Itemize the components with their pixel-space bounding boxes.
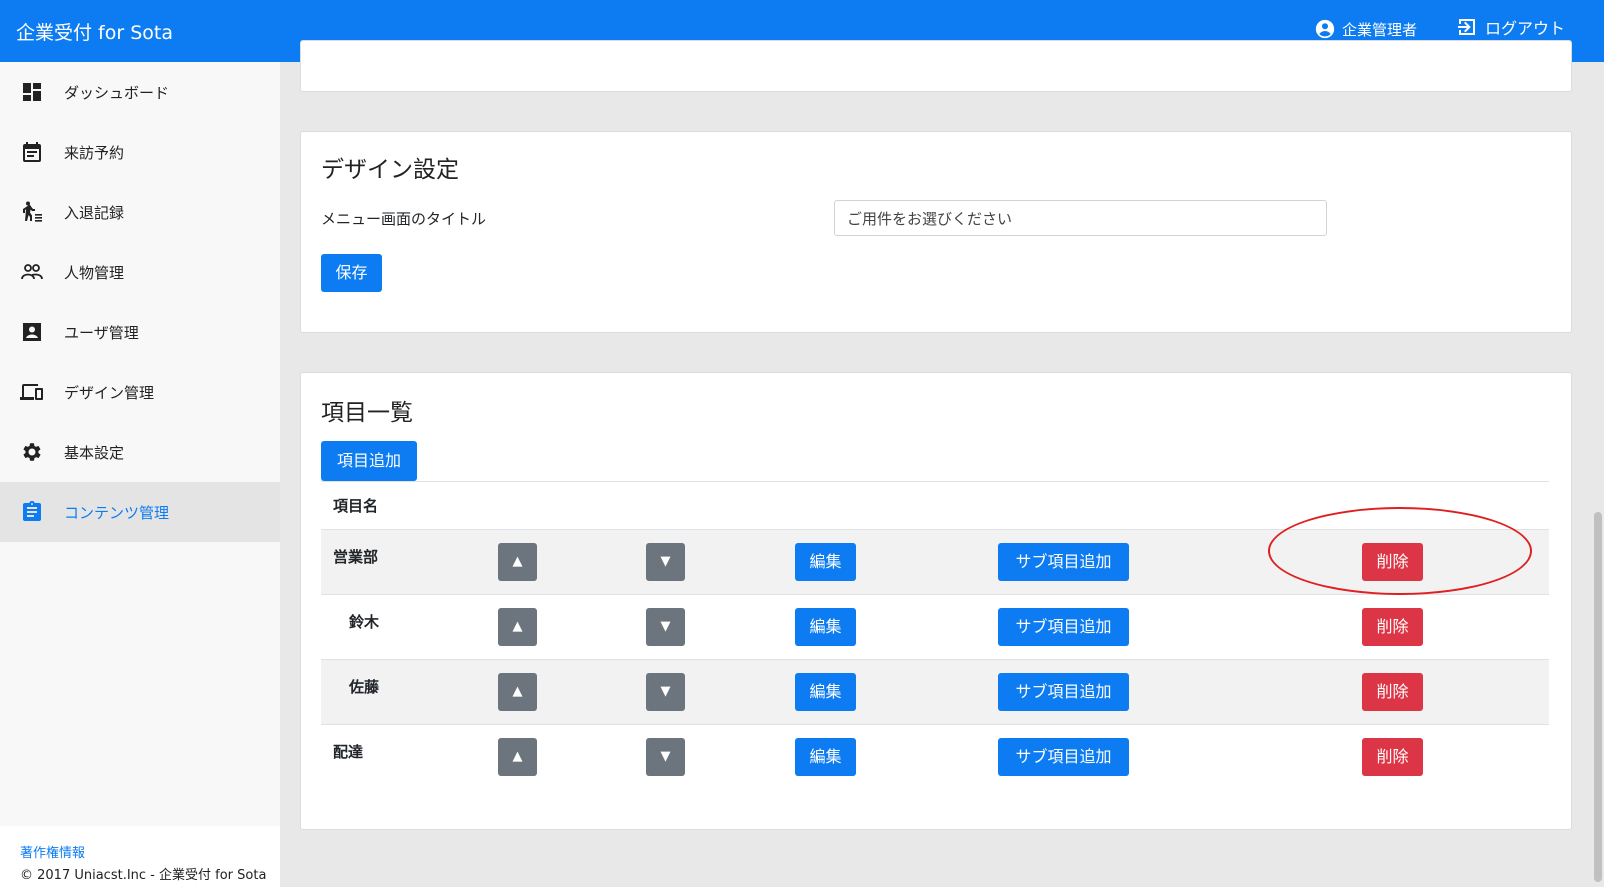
calendar-icon bbox=[23, 142, 41, 162]
walking-person-icon bbox=[23, 201, 42, 222]
column-header-item-name: 項目名 bbox=[333, 497, 379, 515]
sidebar-item-label: 入退記録 bbox=[64, 203, 125, 222]
sidebar-footer: 著作権情報 © 2017 Uniacst.Inc - 企業受付 for Sota bbox=[0, 826, 280, 887]
edit-button[interactable]: 編集 bbox=[795, 738, 856, 776]
sidebar-item-dashboard[interactable]: ダッシュボード bbox=[0, 62, 280, 122]
table-header-top-border bbox=[321, 481, 1549, 482]
move-up-button[interactable]: ▲ bbox=[498, 738, 537, 776]
sidebar-item-basic-settings[interactable]: 基本設定 bbox=[0, 422, 280, 482]
logout-link[interactable]: ログアウト bbox=[1455, 15, 1565, 39]
move-up-button[interactable]: ▲ bbox=[498, 608, 537, 646]
logout-label: ログアウト bbox=[1485, 19, 1566, 38]
move-up-button[interactable]: ▲ bbox=[498, 673, 537, 711]
design-settings-title: デザイン設定 bbox=[321, 157, 459, 183]
copyright-text: © 2017 Uniacst.Inc - 企業受付 for Sota bbox=[20, 868, 267, 883]
delete-button[interactable]: 削除 bbox=[1362, 608, 1423, 646]
move-down-button[interactable]: ▼ bbox=[646, 673, 685, 711]
table-row: 配達 ▲ ▼ 編集 サブ項目追加 削除 bbox=[321, 724, 1549, 789]
sidebar-item-users[interactable]: ユーザ管理 bbox=[0, 302, 280, 362]
add-sub-item-button[interactable]: サブ項目追加 bbox=[998, 738, 1129, 776]
move-down-button[interactable]: ▼ bbox=[646, 608, 685, 646]
add-sub-item-button[interactable]: サブ項目追加 bbox=[998, 543, 1129, 581]
user-name: 企業管理者 bbox=[1342, 20, 1418, 39]
edit-button[interactable]: 編集 bbox=[795, 673, 856, 711]
copyright-link[interactable]: 著作権情報 bbox=[20, 842, 85, 861]
sidebar-item-reservations[interactable]: 来訪予約 bbox=[0, 122, 280, 182]
sidebar-item-label: ユーザ管理 bbox=[64, 323, 139, 342]
save-button[interactable]: 保存 bbox=[321, 254, 382, 292]
delete-button[interactable]: 削除 bbox=[1362, 738, 1423, 776]
sidebar-item-label: ダッシュボード bbox=[64, 83, 170, 102]
menu-title-label: メニュー画面のタイトル bbox=[321, 210, 487, 228]
sidebar-item-design[interactable]: デザイン管理 bbox=[0, 362, 280, 422]
sidebar-item-entry-records[interactable]: 入退記録 bbox=[0, 182, 280, 242]
add-item-button[interactable]: 項目追加 bbox=[321, 441, 417, 481]
edit-button[interactable]: 編集 bbox=[795, 608, 856, 646]
gear-icon bbox=[23, 443, 41, 461]
sidebar-item-label: デザイン管理 bbox=[64, 383, 155, 402]
dashboard-icon bbox=[23, 83, 41, 101]
item-list-card: 項目一覧 項目追加 項目名 営業部 ▲ ▼ 編集 サブ項目追加 削除 鈴木 ▲ … bbox=[300, 372, 1572, 830]
sidebar: ダッシュボード 来訪予約 入退記録 人物管理 ユーザ管理 デザイン管理 基本設定… bbox=[0, 62, 280, 887]
previous-card bbox=[300, 40, 1572, 92]
item-name: 営業部 bbox=[333, 548, 379, 566]
sidebar-item-contents[interactable]: コンテンツ管理 bbox=[0, 482, 280, 542]
move-down-button[interactable]: ▼ bbox=[646, 543, 685, 581]
table-row: 佐藤 ▲ ▼ 編集 サブ項目追加 削除 bbox=[321, 659, 1549, 724]
move-up-button[interactable]: ▲ bbox=[498, 543, 537, 581]
item-name: 佐藤 bbox=[349, 678, 380, 696]
scrollbar-thumb[interactable] bbox=[1594, 512, 1602, 882]
table-row: 営業部 ▲ ▼ 編集 サブ項目追加 削除 bbox=[321, 529, 1549, 594]
table-row: 鈴木 ▲ ▼ 編集 サブ項目追加 削除 bbox=[321, 594, 1549, 659]
sidebar-item-label: コンテンツ管理 bbox=[64, 503, 170, 522]
sidebar-item-label: 来訪予約 bbox=[64, 143, 125, 162]
sidebar-item-people[interactable]: 人物管理 bbox=[0, 242, 280, 302]
move-down-button[interactable]: ▼ bbox=[646, 738, 685, 776]
menu-title-input[interactable] bbox=[834, 200, 1327, 236]
item-name: 鈴木 bbox=[349, 613, 380, 631]
logout-icon bbox=[1458, 19, 1475, 35]
sidebar-item-label: 基本設定 bbox=[64, 443, 125, 462]
item-name: 配達 bbox=[333, 743, 364, 761]
devices-icon bbox=[20, 384, 43, 400]
sidebar-item-label: 人物管理 bbox=[64, 263, 125, 282]
account-circle-icon bbox=[1315, 19, 1335, 39]
clipboard-icon bbox=[23, 501, 41, 521]
item-list-title: 項目一覧 bbox=[321, 400, 413, 426]
account-box-icon bbox=[23, 323, 41, 341]
user-menu[interactable]: 企業管理者 bbox=[1314, 18, 1417, 40]
edit-button[interactable]: 編集 bbox=[795, 543, 856, 581]
brand-title[interactable]: 企業受付 for Sota bbox=[16, 18, 173, 45]
delete-button[interactable]: 削除 bbox=[1362, 673, 1423, 711]
people-icon bbox=[21, 264, 43, 280]
design-settings-card: デザイン設定 メニュー画面のタイトル 保存 bbox=[300, 131, 1572, 333]
add-sub-item-button[interactable]: サブ項目追加 bbox=[998, 608, 1129, 646]
add-sub-item-button[interactable]: サブ項目追加 bbox=[998, 673, 1129, 711]
delete-button[interactable]: 削除 bbox=[1362, 543, 1423, 581]
